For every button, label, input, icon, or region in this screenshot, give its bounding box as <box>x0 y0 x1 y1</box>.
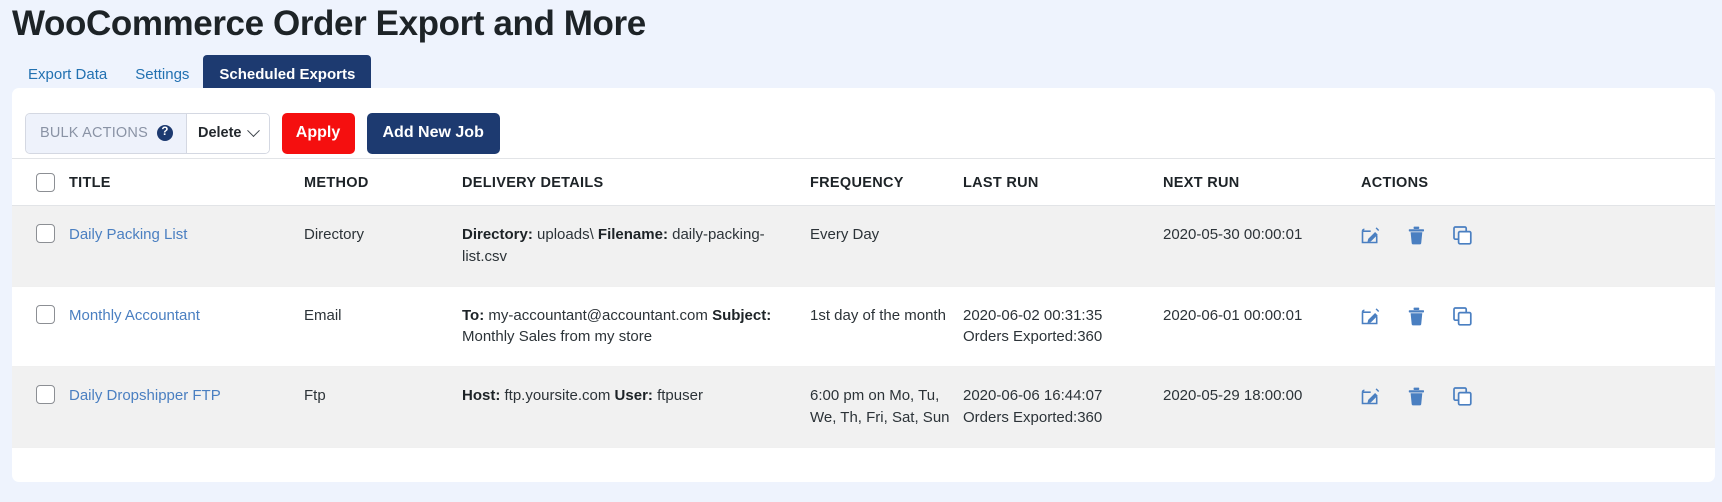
delivery-value-1: uploads\ <box>537 226 594 243</box>
delivery-label-2: Subject: <box>712 307 771 324</box>
table-row: Monthly Accountant EmailTo: my-accountant… <box>12 286 1715 367</box>
delivery-value-2: ftpuser <box>657 387 703 404</box>
row-select-cell <box>12 367 69 448</box>
delivery-value-1: ftp.yoursite.com <box>505 387 611 404</box>
job-title-link[interactable]: Daily Dropshipper FTP <box>69 387 221 404</box>
column-header-method[interactable]: METHOD <box>304 159 462 206</box>
cell-delivery-details: Host: ftp.yoursite.com User: ftpuser <box>462 367 810 448</box>
job-title-link[interactable]: Daily Packing List <box>69 226 187 243</box>
table-body: Daily Packing List DirectoryDirectory: up… <box>12 206 1715 448</box>
bulk-actions-label: BULK ACTIONS ? <box>26 114 186 153</box>
cell-title: Daily Dropshipper FTP <box>69 367 304 448</box>
column-header-delivery-details[interactable]: DELIVERY DETAILS <box>462 159 810 206</box>
row-action-icons <box>1361 385 1705 406</box>
cell-last-run: 2020-06-02 00:31:35Orders Exported:360 <box>963 286 1163 367</box>
row-action-icons <box>1361 305 1705 326</box>
delivery-value-2: Monthly Sales from my store <box>462 328 652 345</box>
page-title: WooCommerce Order Export and More <box>0 0 1722 44</box>
bulk-actions-group: BULK ACTIONS ? Delete <box>25 113 270 154</box>
cell-last-run-orders: Orders Exported:360 <box>963 326 1153 348</box>
copy-icon[interactable] <box>1453 307 1472 326</box>
column-header-next-run[interactable]: NEXT RUN <box>1163 159 1361 206</box>
trash-icon[interactable] <box>1408 307 1425 326</box>
cell-last-run-time: 2020-06-06 16:44:07 <box>963 385 1153 407</box>
cell-actions <box>1361 286 1715 367</box>
delivery-label-1: Host: <box>462 387 500 404</box>
help-icon[interactable]: ? <box>157 125 173 141</box>
row-select-cell <box>12 206 69 287</box>
edit-icon[interactable] <box>1361 387 1380 406</box>
edit-icon[interactable] <box>1361 307 1380 326</box>
row-checkbox[interactable] <box>36 305 55 324</box>
cell-last-run: 2020-06-06 16:44:07Orders Exported:360 <box>963 367 1163 448</box>
bulk-action-selected-value: Delete <box>198 125 242 141</box>
cell-method: Email <box>304 286 462 367</box>
row-checkbox[interactable] <box>36 385 55 404</box>
job-title-link[interactable]: Monthly Accountant <box>69 307 200 324</box>
column-header-title[interactable]: TITLE <box>69 159 304 206</box>
edit-icon[interactable] <box>1361 226 1380 245</box>
delivery-label-1: Directory: <box>462 226 533 243</box>
bulk-action-select[interactable]: Delete <box>186 114 269 153</box>
copy-icon[interactable] <box>1453 226 1472 245</box>
cell-next-run: 2020-05-29 18:00:00 <box>1163 367 1361 448</box>
select-all-header <box>12 159 69 206</box>
cell-last-run <box>963 206 1163 287</box>
column-header-actions: ACTIONS <box>1361 159 1715 206</box>
cell-actions <box>1361 206 1715 287</box>
cell-method: Ftp <box>304 367 462 448</box>
table-toolbar: BULK ACTIONS ? Delete Apply Add New Job <box>12 88 1715 158</box>
copy-icon[interactable] <box>1453 387 1472 406</box>
column-header-frequency[interactable]: FREQUENCY <box>810 159 963 206</box>
trash-icon[interactable] <box>1408 387 1425 406</box>
delivery-value-1: my-accountant@accountant.com <box>488 307 708 324</box>
chevron-down-icon <box>247 124 260 137</box>
row-select-cell <box>12 286 69 367</box>
cell-frequency: 1st day of the month <box>810 286 963 367</box>
apply-button[interactable]: Apply <box>282 113 355 154</box>
cell-method: Directory <box>304 206 462 287</box>
cell-actions <box>1361 367 1715 448</box>
delivery-label-2: Filename: <box>598 226 668 243</box>
cell-delivery-details: Directory: uploads\ Filename: daily-pack… <box>462 206 810 287</box>
table-row: Daily Dropshipper FTP FtpHost: ftp.yoursi… <box>12 367 1715 448</box>
tab-bar: Export Data Settings Scheduled Exports <box>0 44 1722 94</box>
delivery-label-1: To: <box>462 307 484 324</box>
cell-frequency: Every Day <box>810 206 963 287</box>
scheduled-exports-table: TITLE METHOD DELIVERY DETAILS FREQUENCY … <box>12 158 1715 448</box>
cell-last-run-time: 2020-06-02 00:31:35 <box>963 305 1153 327</box>
cell-delivery-details: To: my-accountant@accountant.com Subject… <box>462 286 810 367</box>
cell-next-run: 2020-05-30 00:00:01 <box>1163 206 1361 287</box>
table-row: Daily Packing List DirectoryDirectory: up… <box>12 206 1715 287</box>
content-card: BULK ACTIONS ? Delete Apply Add New Job … <box>12 88 1715 482</box>
bulk-actions-text: BULK ACTIONS <box>40 125 148 141</box>
cell-next-run: 2020-06-01 00:00:01 <box>1163 286 1361 367</box>
row-action-icons <box>1361 224 1705 245</box>
delivery-label-2: User: <box>615 387 653 404</box>
table-header-row: TITLE METHOD DELIVERY DETAILS FREQUENCY … <box>12 159 1715 206</box>
cell-last-run-orders: Orders Exported:360 <box>963 407 1153 429</box>
column-header-last-run[interactable]: LAST RUN <box>963 159 1163 206</box>
add-new-job-button[interactable]: Add New Job <box>367 113 500 154</box>
trash-icon[interactable] <box>1408 226 1425 245</box>
cell-title: Monthly Accountant <box>69 286 304 367</box>
select-all-checkbox[interactable] <box>36 173 55 192</box>
row-checkbox[interactable] <box>36 224 55 243</box>
page-root: WooCommerce Order Export and More Export… <box>0 0 1722 502</box>
cell-title: Daily Packing List <box>69 206 304 287</box>
cell-frequency: 6:00 pm on Mo, Tu, We, Th, Fri, Sat, Sun <box>810 367 963 448</box>
